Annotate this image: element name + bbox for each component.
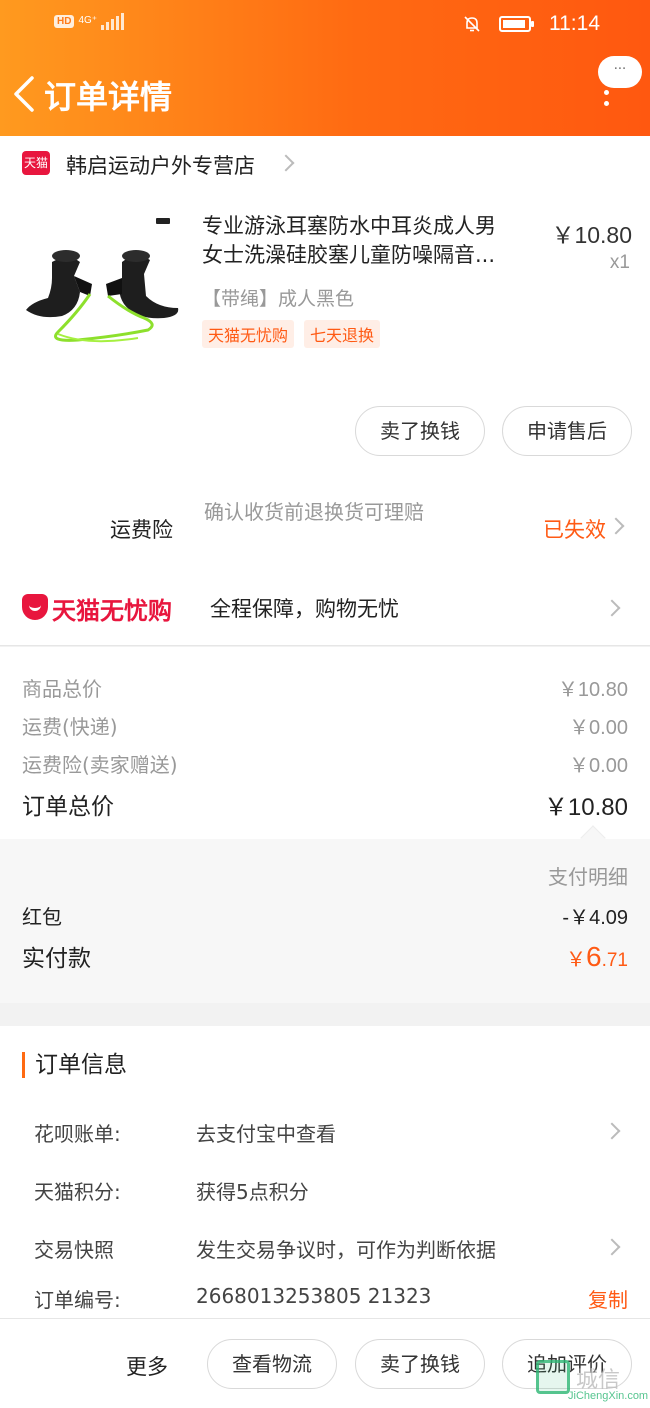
status-right: 11:14 — [463, 12, 600, 36]
summary-row: 商品总价 ￥10.80 — [22, 673, 628, 702]
price-summary: 商品总价 ￥10.80 运费(快递) ￥0.00 运费险(卖家赠送) ￥0.00… — [0, 647, 650, 839]
points-row: 天猫积分: 获得5点积分 — [34, 1176, 628, 1206]
order-info-value: 发生交易争议时，可作为判断依据 — [196, 1238, 496, 1262]
payment-detail-label: 支付明细 — [548, 865, 628, 889]
app-header: HD 4G⁺ 11:14 订单详情 ··· — [0, 0, 650, 136]
guarantee-brand: 天猫无忧购 — [52, 597, 172, 625]
summary-row: 运费(快递) ￥0.00 — [22, 711, 628, 740]
sell-for-cash-button[interactable]: 卖了换钱 — [355, 1339, 485, 1389]
chevron-right-icon — [277, 154, 295, 172]
payment-detail: 支付明细 红包 -￥4.09 实付款 ￥6.71 — [0, 825, 650, 1003]
summary-label: 运费险(卖家赠送) — [22, 753, 178, 777]
product-quantity: x1 — [609, 252, 630, 273]
watermark-logo-icon — [536, 1360, 570, 1394]
snapshot-row[interactable]: 交易快照 发生交易争议时，可作为判断依据 — [34, 1234, 628, 1264]
tag-seven-day-return: 七天退换 — [304, 320, 381, 348]
redpacket-value: -￥4.09 — [562, 907, 628, 929]
paid-amount: ￥6.71 — [566, 941, 628, 973]
insurance-desc: 确认收货前退换货可理赔 — [204, 500, 424, 524]
order-total-value: ￥10.80 — [543, 794, 628, 821]
store-name[interactable]: 韩启运动户外专营店 — [66, 150, 255, 180]
view-logistics-button[interactable]: 查看物流 — [207, 1339, 337, 1389]
shipping-insurance-row[interactable]: 运费险 确认收货前退换货可理赔 已失效 — [0, 480, 650, 570]
product-title-line1: 专业游泳耳塞防水中耳炎成人男 — [202, 214, 496, 238]
more-dots-icon[interactable] — [604, 90, 610, 110]
chevron-right-icon — [603, 1122, 621, 1140]
site-watermark: 城信 JiChengXin.com — [536, 1360, 648, 1404]
chevron-right-icon — [607, 517, 625, 535]
more-bubble[interactable]: ··· — [598, 56, 642, 88]
chevron-right-icon — [603, 599, 621, 617]
summary-row: 运费险(卖家赠送) ￥0.00 — [22, 749, 628, 778]
tag-worry-free: 天猫无忧购 — [202, 320, 295, 348]
after-sale-button[interactable]: 申请售后 — [502, 406, 632, 456]
order-info-label: 订单编号: — [34, 1288, 121, 1312]
insurance-label: 运费险 — [110, 518, 173, 542]
watermark-sub: JiChengXin.com — [568, 1390, 649, 1402]
copy-button[interactable]: 复制 — [588, 1284, 628, 1313]
order-info-value: 获得5点积分 — [196, 1180, 309, 1204]
order-info-value: 去支付宝中查看 — [196, 1122, 336, 1146]
status-bar: HD 4G⁺ 11:14 — [0, 0, 650, 48]
network-type: 4G⁺ — [78, 15, 98, 26]
paid-currency: ￥ — [566, 949, 586, 971]
paid-row: 实付款 ￥6.71 — [22, 939, 628, 973]
redpacket-row: 红包 -￥4.09 — [22, 901, 628, 930]
order-info: 订单信息 花呗账单: 去支付宝中查看 天猫积分: 获得5点积分 交易快照 发生交… — [0, 1026, 650, 1318]
tmall-badge: 天猫 — [22, 151, 50, 175]
product-title[interactable]: 专业游泳耳塞防水中耳炎成人男 女士洗澡硅胶塞儿童防噪隔音... — [202, 212, 534, 270]
hd-badge: HD — [54, 14, 75, 28]
redpacket-label: 红包 — [22, 905, 62, 929]
huabei-row[interactable]: 花呗账单: 去支付宝中查看 — [34, 1118, 628, 1148]
product-card: 专业游泳耳塞防水中耳炎成人男 女士洗澡硅胶塞儿童防噪隔音... ￥10.80 x… — [0, 190, 650, 480]
summary-value: ￥0.00 — [569, 755, 628, 777]
order-info-title: 订单信息 — [22, 1052, 127, 1078]
order-total-label: 订单总价 — [22, 794, 114, 820]
product-tags: 天猫无忧购 七天退换 — [202, 320, 381, 348]
guarantee-desc: 全程保障，购物无忧 — [210, 597, 399, 621]
order-info-label: 花呗账单: — [34, 1122, 121, 1146]
chevron-right-icon — [603, 1238, 621, 1256]
insurance-status: 已失效 — [543, 518, 606, 542]
product-image[interactable] — [18, 212, 188, 352]
product-price: ￥10.80 — [551, 222, 632, 248]
page-title: 订单详情 — [44, 78, 173, 116]
store-row[interactable]: 天猫 韩启运动户外专营店 — [0, 136, 650, 190]
tmall-shield-icon — [22, 594, 48, 620]
sell-for-cash-button[interactable]: 卖了换钱 — [355, 406, 485, 456]
paid-integer: 6 — [586, 941, 602, 972]
summary-value: ￥0.00 — [569, 717, 628, 739]
back-arrow-icon[interactable] — [10, 74, 38, 114]
summary-value: ￥10.80 — [557, 679, 628, 701]
status-left: HD 4G⁺ — [54, 12, 125, 30]
order-info-label: 天猫积分: — [34, 1180, 121, 1204]
summary-label: 商品总价 — [22, 677, 102, 701]
product-title-line2: 女士洗澡硅胶塞儿童防噪隔音... — [202, 243, 496, 267]
order-info-label: 交易快照 — [34, 1238, 114, 1262]
bottom-action-bar: 更多 查看物流 卖了换钱 追加评价 城信 JiChengXin.com — [0, 1318, 650, 1408]
product-sku: 【带绳】成人黑色 — [202, 288, 355, 310]
order-number: 2668013253805 21323 — [196, 1284, 432, 1308]
order-total-row: 订单总价 ￥10.80 — [22, 787, 628, 822]
summary-label: 运费(快递) — [22, 715, 118, 739]
signal-icon — [101, 12, 125, 30]
paid-decimal: .71 — [601, 950, 628, 971]
paid-label: 实付款 — [22, 946, 91, 972]
mute-bell-icon — [464, 16, 480, 32]
more-button[interactable]: 更多 — [126, 1351, 168, 1381]
order-number-row: 订单编号: 2668013253805 21323 复制 — [34, 1284, 628, 1314]
battery-icon — [499, 16, 534, 32]
guarantee-row[interactable]: 天猫无忧购 全程保障，购物无忧 — [0, 570, 650, 646]
status-time: 11:14 — [549, 12, 600, 35]
